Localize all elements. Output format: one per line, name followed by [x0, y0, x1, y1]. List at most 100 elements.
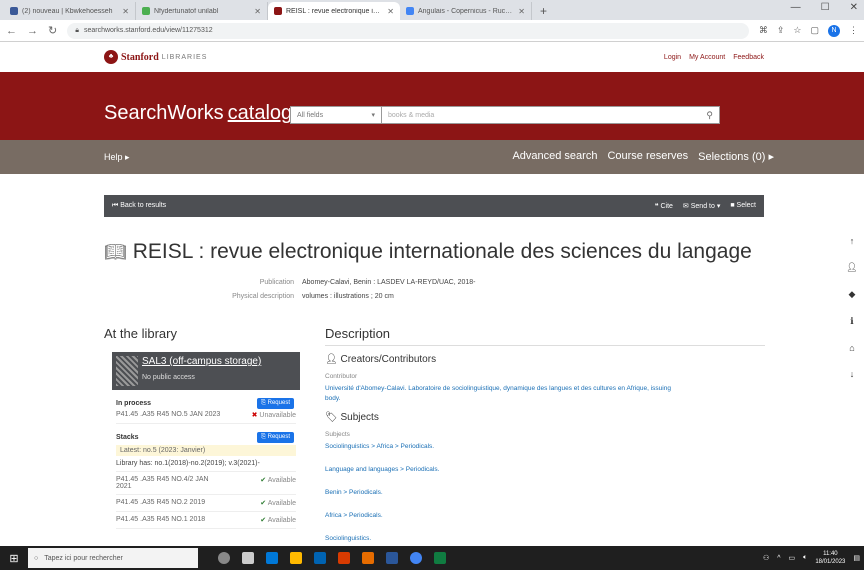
send-to-label: Send to	[690, 203, 715, 210]
publication-label: Publication	[259, 279, 294, 286]
close-icon[interactable]: ✕	[518, 7, 525, 16]
profile-avatar[interactable]: N	[828, 24, 840, 37]
menu-kebab-icon[interactable]: ⋮	[849, 25, 858, 36]
volume-icon[interactable]: 🔈︎	[803, 554, 807, 562]
secondary-nav: Help ▸ Advanced search Course reserves S…	[0, 140, 864, 174]
share-icon[interactable]: ⇪	[777, 25, 785, 36]
forward-arrow-icon[interactable]: →	[27, 25, 38, 37]
subject-link[interactable]: Sociolinguistics > Africa > Periodicals.	[325, 442, 765, 452]
login-link[interactable]: Login	[664, 54, 681, 61]
taskbar-search-placeholder: Tapez ici pour rechercher	[44, 554, 123, 562]
selections-label: Selections (0)	[698, 151, 766, 163]
help-menu[interactable]: Help ▸	[104, 152, 130, 163]
tag-icon[interactable]: ◆	[846, 289, 858, 300]
file-explorer-icon[interactable]	[290, 552, 302, 564]
browser-tab[interactable]: Nfydertunatof unilabl ✕	[136, 2, 268, 20]
person-icon[interactable]: 👤︎	[846, 262, 858, 273]
info-icon[interactable]: ℹ	[846, 316, 858, 327]
stanford-seal-icon: ♣	[104, 50, 118, 64]
windows-start-icon[interactable]: ⊞	[0, 546, 28, 570]
contributor-link[interactable]: Université d'Abomey-Calavi. Laboratoire …	[325, 384, 685, 404]
edge-icon[interactable]	[266, 552, 278, 564]
clock-time: 11:40	[823, 551, 838, 557]
send-to-button[interactable]: ✉ Send to ▾	[683, 202, 720, 210]
search-icon[interactable]: ⚲	[706, 110, 713, 121]
divider	[325, 345, 765, 346]
feedback-link[interactable]: Feedback	[733, 54, 764, 61]
item-row: P41.45 .A35 R45 NO.5 JAN 2023 ✖ Unavaila…	[116, 407, 296, 424]
select-checkbox[interactable]: ■ Select	[730, 202, 756, 210]
word-icon[interactable]	[386, 552, 398, 564]
close-icon[interactable]: ✕	[122, 7, 129, 16]
battery-icon[interactable]: ▭	[789, 554, 796, 562]
search-field-select[interactable]: All fields ▾	[290, 106, 382, 124]
search-form: All fields ▾ books & media ⚲	[290, 106, 720, 124]
item-status-text: Unavailable	[259, 412, 296, 419]
store-icon[interactable]	[314, 552, 326, 564]
browser-tab[interactable]: (2) nouveau | Kbwkehoesseh ✕	[4, 2, 136, 20]
masthead: SearchWorkscatalog ▾ All fields ▾ books …	[0, 72, 864, 140]
my-account-link[interactable]: My Account	[689, 54, 725, 61]
people-icon[interactable]: ⚇	[763, 554, 769, 562]
back-to-results-label: Back to results	[120, 202, 167, 209]
arrow-up-icon[interactable]: ↑	[846, 236, 858, 246]
selections-link[interactable]: Selections (0) ▸	[698, 150, 774, 163]
chevron-up-icon[interactable]: ^	[777, 555, 780, 562]
record-title: 📖︎ REISL : revue electronique internatio…	[104, 240, 752, 264]
course-reserves-link[interactable]: Course reserves	[607, 150, 688, 163]
tag-icon: 🏷︎	[325, 412, 338, 423]
excel-icon[interactable]	[434, 552, 446, 564]
new-tab-button[interactable]: +	[532, 2, 555, 20]
task-view-icon[interactable]	[242, 552, 254, 564]
library-holdings: SAL3 (off-campus storage) No public acce…	[112, 352, 300, 529]
building-icon[interactable]: ⌂	[846, 343, 858, 353]
window-controls: — ☐ ✕	[791, 2, 858, 13]
searchworks-brand[interactable]: SearchWorkscatalog ▾	[104, 102, 302, 125]
record-title-text: REISL : revue electronique international…	[132, 240, 752, 263]
tab-favicon-icon	[10, 7, 18, 15]
notifications-icon[interactable]: ▤	[853, 554, 860, 562]
minimize-icon[interactable]: —	[791, 2, 801, 13]
microphone-icon[interactable]	[218, 552, 230, 564]
subject-link[interactable]: Africa > Periodicals.	[325, 511, 765, 521]
browser-extensions: ⌘ ⇪ ☆ ▢ N ⋮	[759, 24, 858, 37]
address-bar: ← → ↻ 🔒︎ searchworks.stanford.edu/view/1…	[0, 20, 864, 42]
search-icon: ○	[34, 554, 39, 562]
subject-link[interactable]: Sociolinguistics.	[325, 534, 765, 544]
libraries-wordmark: LIBRARIES	[161, 53, 208, 61]
url-field[interactable]: 🔒︎ searchworks.stanford.edu/view/1127531…	[67, 22, 749, 39]
taskbar-search-input[interactable]: ○ Tapez ici pour rechercher	[28, 548, 198, 568]
chrome-icon[interactable]	[410, 552, 422, 564]
description-panel: 👤︎ Creators/Contributors Contributor Uni…	[325, 345, 765, 548]
request-label: Request	[267, 434, 290, 440]
close-icon[interactable]: ✕	[254, 7, 261, 16]
subject-link[interactable]: Benin > Periodicals.	[325, 488, 765, 498]
maximize-icon[interactable]: ☐	[821, 2, 830, 13]
bookmark-star-icon[interactable]: ☆	[793, 25, 801, 36]
cite-button[interactable]: ❝ Cite	[655, 202, 673, 210]
translate-icon[interactable]: ⌘	[759, 25, 768, 36]
close-icon[interactable]: ✕	[387, 7, 394, 16]
arrow-down-icon[interactable]: ↓	[846, 369, 858, 379]
back-arrow-icon[interactable]: ←	[6, 25, 17, 37]
close-window-icon[interactable]: ✕	[850, 2, 858, 13]
book-icon: 📖︎	[104, 242, 127, 262]
request-button[interactable]: ⎘ Request	[257, 432, 294, 443]
stanford-wordmark: Stanford	[121, 51, 159, 63]
office-icon[interactable]	[338, 552, 350, 564]
item-status: ✖ Unavailable	[251, 412, 296, 419]
call-number: P41.45 .A35 R45 NO.1 2018	[116, 516, 206, 523]
sidebar-icon[interactable]: ▢	[810, 25, 819, 36]
browser-tab[interactable]: Angulais - Copernicus - Rucker ✕	[400, 2, 532, 20]
subject-link[interactable]: Language and languages > Periodicals.	[325, 465, 765, 475]
location-link[interactable]: SAL3 (off-campus storage)	[142, 356, 261, 367]
firefox-icon[interactable]	[362, 552, 374, 564]
back-to-results-link[interactable]: ⏮ Back to results	[112, 202, 166, 210]
search-input[interactable]: books & media ⚲	[382, 106, 720, 124]
advanced-search-link[interactable]: Advanced search	[512, 150, 597, 163]
request-button[interactable]: ⎘ Request	[257, 398, 294, 409]
stanford-logo[interactable]: ♣ Stanford LIBRARIES	[104, 50, 207, 64]
reload-icon[interactable]: ↻	[48, 24, 57, 37]
browser-tab-active[interactable]: REISL : revue electronique inter ✕	[268, 2, 400, 20]
clock[interactable]: 11:40 18/01/2023	[815, 550, 845, 566]
